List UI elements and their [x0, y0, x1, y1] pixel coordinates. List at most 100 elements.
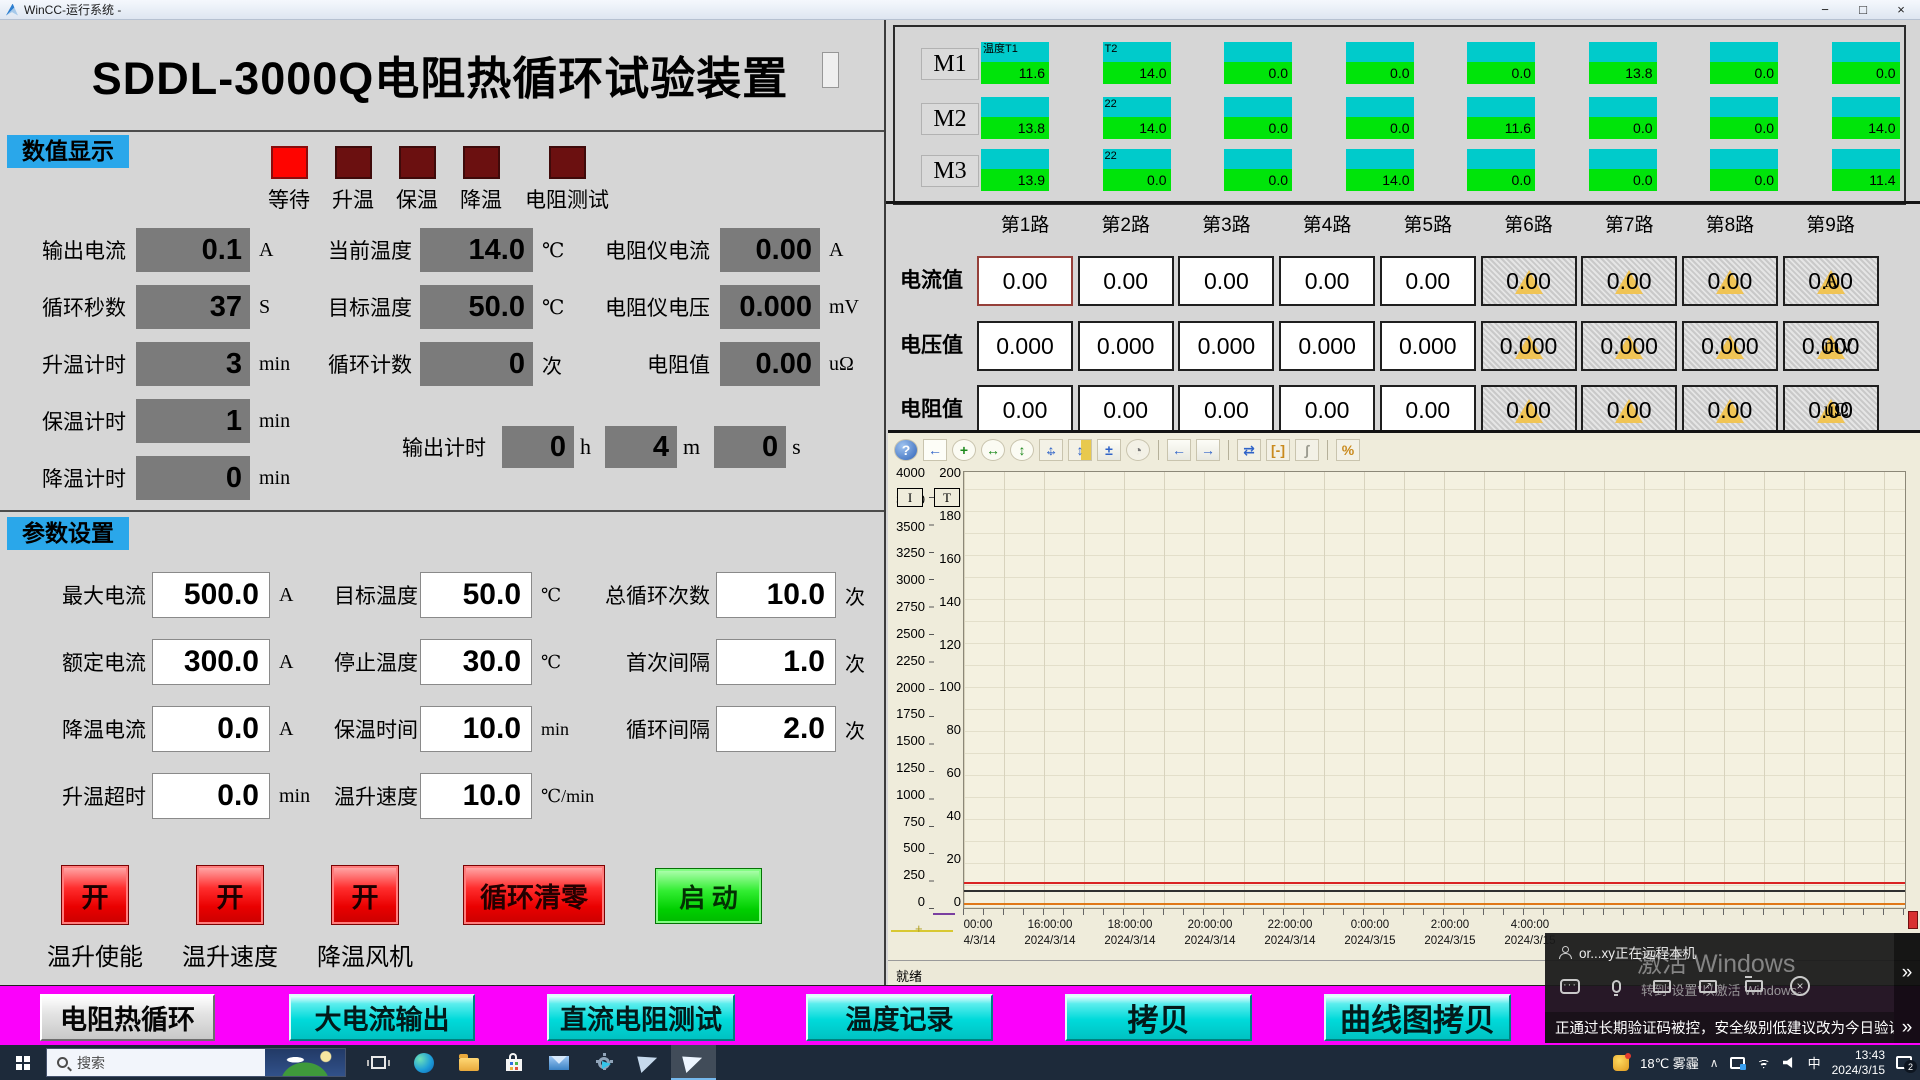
- ime-indicator[interactable]: 中: [1808, 1053, 1821, 1072]
- numeric-display-column-3: 电阻仪电流0.00A电阻仪电压0.000mV电阻值0.00uΩ: [586, 228, 859, 386]
- current-axis-tick: 1500: [896, 733, 925, 748]
- channel-cell-value: 0.00: [1003, 268, 1048, 295]
- current-axis-tick: 500: [903, 840, 925, 855]
- taskbar-app-edge[interactable]: [401, 1045, 446, 1080]
- time-range-icon[interactable]: ◔: [1126, 439, 1150, 461]
- remote-screen-button[interactable]: [1650, 974, 1674, 998]
- parameter-field-value[interactable]: 50.0: [420, 572, 532, 618]
- maximize-button[interactable]: □: [1844, 0, 1882, 19]
- parameter-field-value[interactable]: 10.0: [420, 706, 532, 752]
- parameter-field-unit: min: [541, 719, 569, 740]
- volume-icon[interactable]: [1783, 1057, 1797, 1069]
- parameter-field-value[interactable]: 0.0: [152, 706, 270, 752]
- banner-expand-button[interactable]: »: [1894, 1012, 1920, 1043]
- channel-cell: 0.00: [1078, 256, 1174, 306]
- integral-icon[interactable]: ∫: [1295, 439, 1319, 461]
- table-row-label: 电压值: [900, 321, 976, 371]
- title-cursor-box: [822, 52, 839, 88]
- temperature-axis-tick: 100: [939, 679, 961, 694]
- scroll-left-icon[interactable]: ←: [1167, 439, 1191, 461]
- windows-start-button[interactable]: [0, 1045, 46, 1080]
- hidden-icons-chevron[interactable]: ∧: [1710, 1056, 1719, 1070]
- toggle-button-2[interactable]: 开: [196, 865, 264, 925]
- parameter-field-value[interactable]: 0.0: [152, 773, 270, 819]
- wincc-active-icon: [682, 1052, 705, 1073]
- parameter-field-value[interactable]: 10.0: [716, 572, 836, 618]
- action-center-icon[interactable]: 2: [1896, 1056, 1912, 1069]
- taskbar-app-wincc-explorer[interactable]: [581, 1045, 626, 1080]
- value-markers-icon[interactable]: [-]: [1266, 439, 1290, 461]
- chart-scroll-indicator[interactable]: [1908, 911, 1918, 929]
- zoom-in-icon[interactable]: +: [952, 439, 976, 461]
- taskbar-app-task-view[interactable]: [356, 1045, 401, 1080]
- parameter-field-unit: A: [279, 584, 293, 607]
- scroll-right-icon[interactable]: →: [1196, 439, 1220, 461]
- remote-transfer-button[interactable]: [1696, 974, 1720, 998]
- taskbar-clock[interactable]: 13:43 2024/3/15: [1832, 1048, 1885, 1078]
- weather-text[interactable]: 18℃ 雾霾: [1640, 1053, 1699, 1072]
- nav-button-3[interactable]: 直流电阻测试: [547, 994, 735, 1041]
- nav-button-5[interactable]: 拷贝: [1065, 994, 1252, 1041]
- network-icon[interactable]: [1756, 1057, 1772, 1069]
- start-button[interactable]: 启 动: [655, 868, 762, 924]
- channel-column-header: 第4路: [1279, 210, 1375, 237]
- status-lamp-icon: [399, 146, 436, 179]
- display-field-unit: ℃: [542, 295, 564, 320]
- nav-button-4[interactable]: 温度记录: [806, 994, 993, 1041]
- taskbar-app-mail[interactable]: [536, 1045, 581, 1080]
- taskbar-app-file-explorer[interactable]: [446, 1045, 491, 1080]
- help-icon[interactable]: ?: [894, 439, 918, 461]
- zoom-vertical-icon[interactable]: ↕: [1010, 439, 1034, 461]
- parameter-field-value[interactable]: 2.0: [716, 706, 836, 752]
- transfer-icon: [1699, 980, 1717, 993]
- zoom-horizontal-icon[interactable]: ↔: [981, 439, 1005, 461]
- cycle-clear-button[interactable]: 循环清零: [463, 865, 605, 925]
- nav-button-6[interactable]: 曲线图拷贝: [1324, 994, 1511, 1041]
- percent-scale-icon[interactable]: %: [1336, 439, 1360, 461]
- remote-mic-button[interactable]: [1604, 974, 1628, 998]
- search-highlight-image[interactable]: [265, 1049, 345, 1076]
- close-button[interactable]: ×: [1882, 0, 1920, 19]
- channel-column-header: 第2路: [1078, 210, 1174, 237]
- parameter-field-value[interactable]: 30.0: [420, 639, 532, 685]
- channel-column-header: 第9路: [1783, 210, 1879, 237]
- taskbar-app-wincc-runtime[interactable]: [626, 1045, 671, 1080]
- temperature-line-red: [964, 882, 1905, 884]
- security-warning-text: 正通过长期验证码被控，安全级别低建议改为今日验证码: [1555, 1017, 1894, 1038]
- nav-button-2[interactable]: 大电流输出: [289, 994, 475, 1041]
- channel-cell: 0.00: [1279, 385, 1375, 435]
- channel-cell: 0.000: [1078, 321, 1174, 371]
- overlay-expand-button[interactable]: »: [1894, 933, 1920, 1012]
- remote-close-button[interactable]: [1788, 974, 1812, 998]
- nav-button-1[interactable]: 电阻热循环: [40, 994, 215, 1041]
- taskbar-search-box[interactable]: 搜索: [46, 1048, 346, 1077]
- date-value: 2024/3/14: [1184, 933, 1235, 949]
- taskbar-app-wincc-active[interactable]: [671, 1045, 716, 1080]
- taskbar-app-store[interactable]: [491, 1045, 536, 1080]
- remote-folder-button[interactable]: [1742, 974, 1766, 998]
- add-remove-curve-icon[interactable]: ±: [1097, 439, 1121, 461]
- parameter-field-value[interactable]: 10.0: [420, 773, 532, 819]
- channel-cell: 0.000: [1682, 321, 1778, 371]
- minimize-button[interactable]: −: [1806, 0, 1844, 19]
- toggle-button-1[interactable]: 开: [61, 865, 129, 925]
- properties-icon[interactable]: ←: [923, 439, 947, 461]
- channel-cell: 0.00: [1380, 256, 1476, 306]
- pan-icon[interactable]: ↔: [1039, 439, 1063, 461]
- axis-swap-icon[interactable]: ⇄: [1237, 439, 1261, 461]
- device-icon[interactable]: [1730, 1057, 1745, 1069]
- parameter-field-label: 最大电流: [20, 580, 146, 610]
- parameter-field-value[interactable]: 300.0: [152, 639, 270, 685]
- date-value: 2024/3/14: [1264, 933, 1315, 949]
- y-scale-icon[interactable]: ↕: [1068, 439, 1092, 461]
- parameter-field-unit: min: [279, 785, 310, 808]
- remote-chat-button[interactable]: [1558, 974, 1582, 998]
- parameter-field-label: 首次间隔: [584, 647, 710, 677]
- weather-icon[interactable]: [1613, 1055, 1629, 1071]
- toggle-button-3[interactable]: 开: [331, 865, 399, 925]
- plot-area[interactable]: [963, 471, 1906, 909]
- time-value: 22:00:00: [1264, 917, 1315, 933]
- parameter-field-value[interactable]: 500.0: [152, 572, 270, 618]
- status-label: 升温: [332, 184, 374, 214]
- parameter-field-value[interactable]: 1.0: [716, 639, 836, 685]
